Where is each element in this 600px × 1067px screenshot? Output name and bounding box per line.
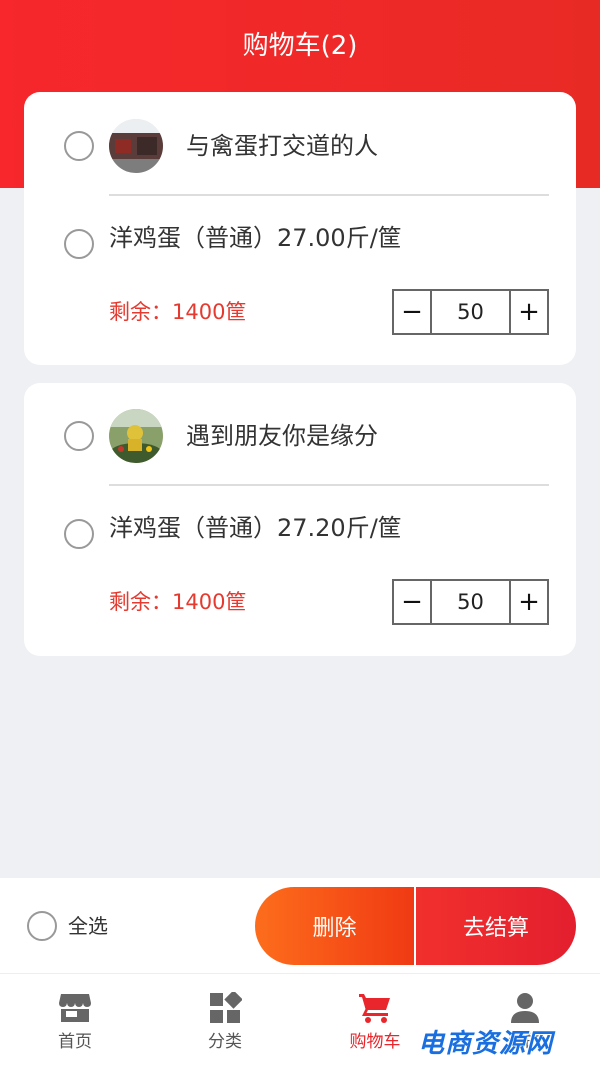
product-name: 洋鸡蛋（普通）27.20斤/筐 — [109, 514, 402, 542]
quantity-decrease-button[interactable]: − — [394, 581, 432, 623]
shop-select-radio[interactable] — [64, 421, 94, 451]
page-title: 购物车(2) — [242, 31, 358, 61]
category-icon — [208, 990, 243, 1024]
shop-name: 与禽蛋打交道的人 — [186, 132, 378, 160]
cart-shop-card: 遇到朋友你是缘分 洋鸡蛋（普通）27.20斤/筐 剩余：1400筐 − 50 + — [24, 383, 576, 656]
action-button-group: 删除 去结算 — [255, 887, 576, 965]
quantity-stepper: − 50 + — [392, 579, 549, 625]
shop-avatar — [109, 409, 163, 463]
select-all-radio[interactable] — [27, 911, 57, 941]
tab-category[interactable]: 分类 — [150, 974, 300, 1067]
quantity-value[interactable]: 50 — [432, 581, 509, 623]
stock-remaining: 剩余：1400筐 — [109, 300, 247, 324]
shop-avatar — [109, 119, 163, 173]
tab-label: 分类 — [208, 1032, 242, 1052]
cart-icon — [358, 992, 392, 1024]
store-icon — [58, 992, 92, 1024]
select-all-label[interactable]: 全选 — [68, 912, 108, 940]
quantity-value[interactable]: 50 — [432, 291, 509, 333]
tab-home[interactable]: 首页 — [0, 974, 150, 1067]
user-icon — [508, 992, 542, 1024]
quantity-decrease-button[interactable]: − — [394, 291, 432, 333]
product-name: 洋鸡蛋（普通）27.00斤/筐 — [109, 224, 402, 252]
tab-label: 首页 — [58, 1032, 92, 1052]
quantity-increase-button[interactable]: + — [509, 291, 547, 333]
shop-select-radio[interactable] — [64, 131, 94, 161]
divider — [109, 484, 549, 486]
product-select-radio[interactable] — [64, 519, 94, 549]
watermark: 电商资源网 — [418, 1029, 554, 1059]
delete-button[interactable]: 删除 — [255, 887, 414, 965]
checkout-button[interactable]: 去结算 — [414, 887, 576, 965]
cart-shop-card: 与禽蛋打交道的人 洋鸡蛋（普通）27.00斤/筐 剩余：1400筐 − 50 + — [24, 92, 576, 365]
stock-remaining: 剩余：1400筐 — [109, 590, 247, 614]
quantity-stepper: − 50 + — [392, 289, 549, 335]
product-select-radio[interactable] — [64, 229, 94, 259]
divider — [109, 194, 549, 196]
checkout-bar: 全选 删除 去结算 — [0, 878, 600, 973]
quantity-increase-button[interactable]: + — [509, 581, 547, 623]
shop-name: 遇到朋友你是缘分 — [186, 422, 378, 450]
